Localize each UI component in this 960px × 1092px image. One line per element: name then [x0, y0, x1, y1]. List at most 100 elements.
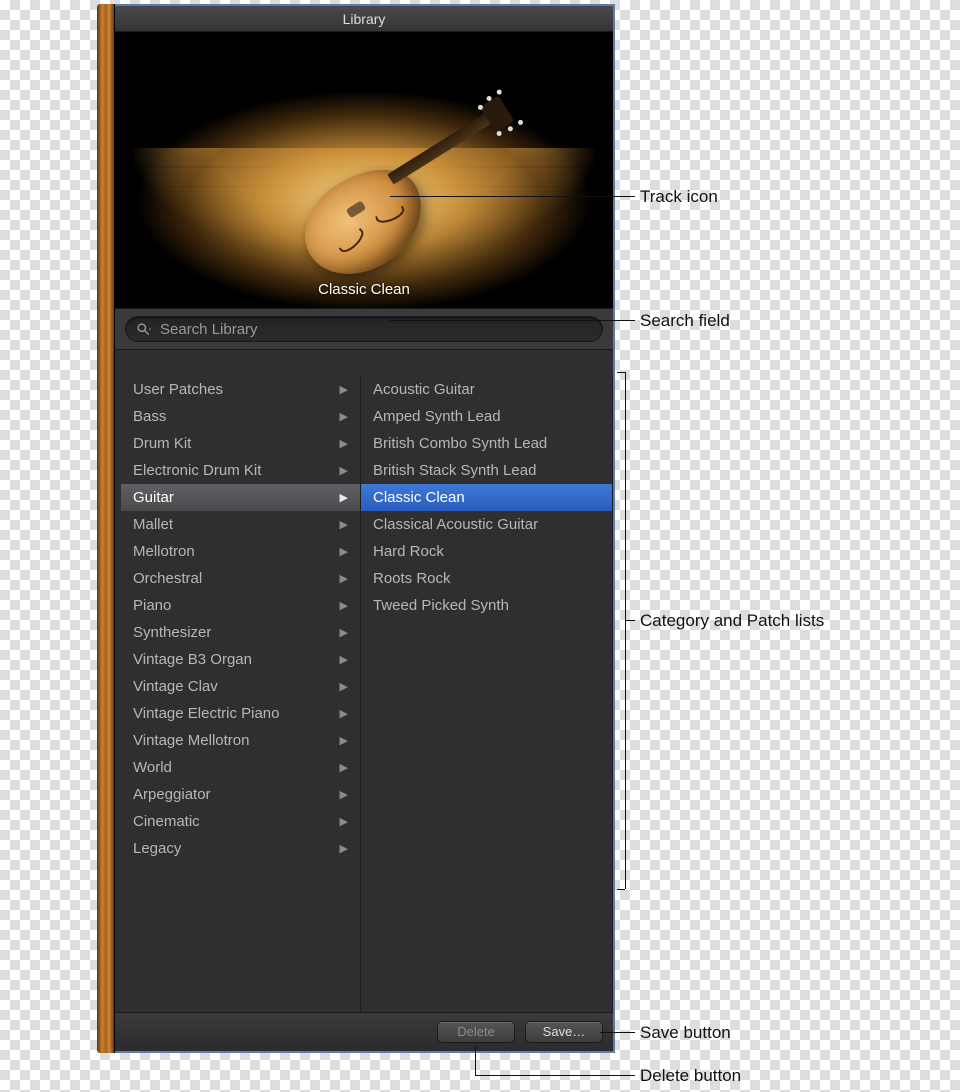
chevron-right-icon: ▶: [340, 788, 348, 801]
callout-lead: [390, 320, 635, 321]
category-item-label: Vintage Electric Piano: [133, 705, 279, 722]
category-item-label: Mellotron: [133, 543, 195, 560]
chevron-right-icon: ▶: [340, 383, 348, 396]
category-item-label: Bass: [133, 408, 166, 425]
category-item-label: Vintage Mellotron: [133, 732, 249, 749]
chevron-right-icon: ▶: [340, 518, 348, 531]
library-panel: Library Classic Clean: [115, 4, 615, 1053]
category-item[interactable]: Arpeggiator ▶: [121, 781, 360, 808]
category-item[interactable]: Cinematic ▶: [121, 808, 360, 835]
category-item[interactable]: Orchestral ▶: [121, 565, 360, 592]
patch-list[interactable]: Acoustic Guitar Amped Synth Lead British C…: [361, 376, 613, 1012]
chevron-right-icon: ▶: [340, 572, 348, 585]
callout-lead: [625, 620, 635, 621]
category-item-label: Vintage B3 Organ: [133, 651, 252, 668]
patch-item-label: British Combo Synth Lead: [373, 435, 547, 452]
patch-item-label: British Stack Synth Lead: [373, 462, 536, 479]
chevron-right-icon: ▶: [340, 707, 348, 720]
patch-item-label: Hard Rock: [373, 543, 444, 560]
category-item-label: Guitar: [133, 489, 174, 506]
chevron-right-icon: ▶: [340, 410, 348, 423]
callout-delete-button: Delete button: [640, 1066, 741, 1086]
chevron-right-icon: ▶: [340, 734, 348, 747]
category-item[interactable]: World ▶: [121, 754, 360, 781]
category-item[interactable]: Electronic Drum Kit ▶: [121, 457, 360, 484]
category-item[interactable]: Vintage Electric Piano ▶: [121, 700, 360, 727]
search-input[interactable]: [160, 321, 590, 338]
callout-bracket-cap: [617, 372, 625, 373]
track-icon-stage: Classic Clean: [115, 32, 613, 308]
category-item-label: Arpeggiator: [133, 786, 211, 803]
category-item[interactable]: Drum Kit ▶: [121, 430, 360, 457]
patch-item[interactable]: British Combo Synth Lead: [361, 430, 612, 457]
patch-item[interactable]: Roots Rock: [361, 565, 612, 592]
callout-track-icon: Track icon: [640, 187, 718, 207]
category-list[interactable]: User Patches▶Bass▶Drum Kit▶Electronic Dr…: [121, 376, 361, 1012]
category-item-label: Electronic Drum Kit: [133, 462, 261, 479]
category-item-label: Vintage Clav: [133, 678, 218, 695]
patch-item-label: Classic Clean: [373, 489, 465, 506]
chevron-right-icon: ▶: [340, 437, 348, 450]
category-item-label: User Patches: [133, 381, 223, 398]
footer-bar: Delete Save…: [115, 1012, 613, 1051]
category-item-label: Drum Kit: [133, 435, 191, 452]
chevron-right-icon: ▶: [340, 653, 348, 666]
category-item-label: Orchestral: [133, 570, 202, 587]
category-item[interactable]: User Patches ▶: [121, 376, 360, 403]
search-icon: [136, 322, 152, 336]
category-item-label: World: [133, 759, 172, 776]
chevron-right-icon: ▶: [340, 815, 348, 828]
chevron-right-icon: ▶: [340, 680, 348, 693]
callout-bracket: [625, 372, 626, 889]
chevron-right-icon: ▶: [340, 761, 348, 774]
patch-item-label: Roots Rock: [373, 570, 451, 587]
category-item-label: Piano: [133, 597, 171, 614]
chevron-right-icon: ▶: [340, 464, 348, 477]
category-item-label: Cinematic: [133, 813, 200, 830]
category-item[interactable]: Synthesizer ▶: [121, 619, 360, 646]
category-item[interactable]: Piano ▶: [121, 592, 360, 619]
chevron-right-icon: ▶: [340, 626, 348, 639]
category-item[interactable]: Mellotron ▶: [121, 538, 360, 565]
category-item[interactable]: Vintage Mellotron ▶: [121, 727, 360, 754]
panel-title: Library: [115, 6, 613, 32]
save-button[interactable]: Save…: [525, 1021, 603, 1043]
chevron-right-icon: ▶: [340, 491, 348, 504]
patch-item-label: Acoustic Guitar: [373, 381, 475, 398]
delete-button[interactable]: Delete: [437, 1021, 515, 1043]
category-item[interactable]: Guitar ▶: [121, 484, 360, 511]
callout-lead: [600, 1032, 635, 1033]
patch-item[interactable]: Classic Clean: [361, 484, 612, 511]
category-item-label: Legacy: [133, 840, 181, 857]
patch-item[interactable]: British Stack Synth Lead: [361, 457, 612, 484]
search-row: [115, 308, 613, 350]
chevron-right-icon: ▶: [340, 599, 348, 612]
patch-item[interactable]: Classical Acoustic Guitar: [361, 511, 612, 538]
callout-search-field: Search field: [640, 311, 730, 331]
category-item[interactable]: Legacy ▶: [121, 835, 360, 862]
category-item[interactable]: Bass ▶: [121, 403, 360, 430]
callout-lead: [390, 196, 635, 197]
category-item-label: Mallet: [133, 516, 173, 533]
category-item[interactable]: Vintage Clav ▶: [121, 673, 360, 700]
callout-bracket-cap: [617, 889, 625, 890]
category-item[interactable]: Mallet ▶: [121, 511, 360, 538]
patch-item[interactable]: Acoustic Guitar: [361, 376, 612, 403]
current-patch-name: Classic Clean: [115, 281, 613, 298]
callout-lead-vertical: [475, 1045, 476, 1075]
category-item[interactable]: Vintage B3 Organ ▶: [121, 646, 360, 673]
category-patch-lists: User Patches▶Bass▶Drum Kit▶Electronic Dr…: [115, 350, 613, 1012]
wood-side-panel: [97, 4, 115, 1053]
callout-save-button: Save button: [640, 1023, 731, 1043]
callout-lead: [475, 1075, 635, 1076]
callout-lists: Category and Patch lists: [640, 611, 824, 631]
patch-item[interactable]: Amped Synth Lead: [361, 403, 612, 430]
patch-item-label: Tweed Picked Synth: [373, 597, 509, 614]
patch-item-label: Classical Acoustic Guitar: [373, 516, 538, 533]
chevron-right-icon: ▶: [340, 545, 348, 558]
patch-item[interactable]: Hard Rock: [361, 538, 612, 565]
patch-item[interactable]: Tweed Picked Synth: [361, 592, 612, 619]
category-item-label: Synthesizer: [133, 624, 211, 641]
chevron-right-icon: ▶: [340, 842, 348, 855]
patch-item-label: Amped Synth Lead: [373, 408, 501, 425]
